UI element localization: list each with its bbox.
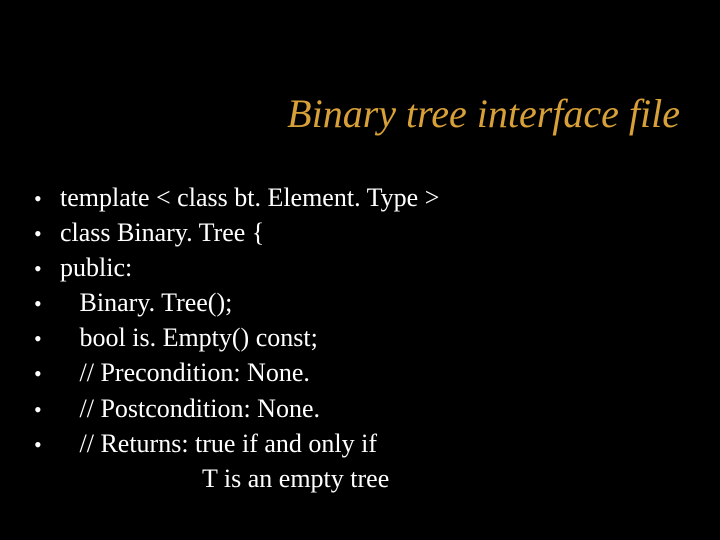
- line-text: // Postcondition: None.: [60, 391, 680, 426]
- bullet-icon: •: [34, 359, 60, 389]
- line-text: bool is. Empty() const;: [60, 320, 680, 355]
- list-item: • Binary. Tree();: [34, 285, 680, 320]
- line-text: // Returns: true if and only if: [60, 426, 680, 461]
- line-text: public:: [60, 250, 680, 285]
- line-text: class Binary. Tree {: [60, 215, 680, 250]
- list-item: • bool is. Empty() const;: [34, 320, 680, 355]
- list-item: • class Binary. Tree {: [34, 215, 680, 250]
- list-item: • // Returns: true if and only if: [34, 426, 680, 461]
- bullet-icon: •: [34, 289, 60, 319]
- bullet-icon: •: [34, 395, 60, 425]
- list-item: • // Postcondition: None.: [34, 391, 680, 426]
- slide-body: • template < class bt. Element. Type > •…: [34, 180, 680, 496]
- bullet-icon: •: [34, 219, 60, 249]
- bullet-icon: •: [34, 254, 60, 284]
- list-item: • public:: [34, 250, 680, 285]
- list-item: • template < class bt. Element. Type >: [34, 180, 680, 215]
- line-text: // Precondition: None.: [60, 355, 680, 390]
- bullet-icon: •: [34, 324, 60, 354]
- slide: Binary tree interface file • template < …: [0, 0, 720, 540]
- bullet-icon: •: [34, 430, 60, 460]
- slide-title: Binary tree interface file: [287, 90, 680, 137]
- list-item: • // Precondition: None.: [34, 355, 680, 390]
- line-text: Binary. Tree();: [60, 285, 680, 320]
- continuation-text: T is an empty tree: [34, 461, 680, 496]
- line-text: template < class bt. Element. Type >: [60, 180, 680, 215]
- bullet-icon: •: [34, 184, 60, 214]
